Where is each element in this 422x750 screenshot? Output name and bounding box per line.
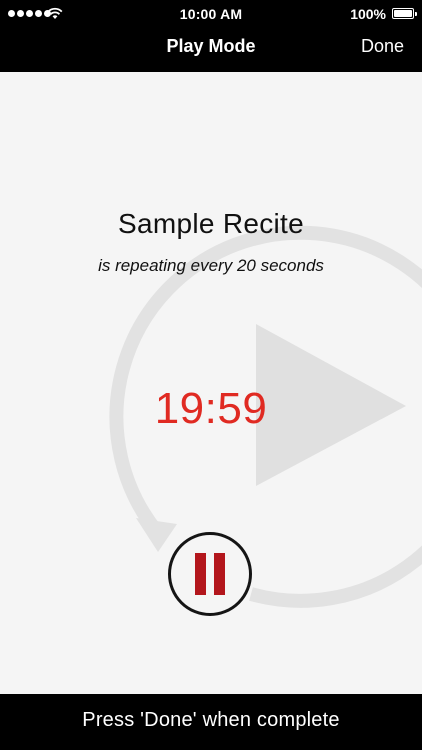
done-button[interactable]: Done — [361, 36, 404, 57]
completion-hint: Press 'Done' when complete — [82, 709, 340, 731]
bottom-bar: Press 'Done' when complete — [0, 694, 422, 750]
status-bar: 10:00 AM 100% — [0, 0, 422, 28]
battery-percent: 100% — [350, 6, 386, 22]
repeat-interval-text: is repeating every 20 seconds — [98, 256, 324, 275]
countdown-timer: 19:59 — [154, 384, 268, 433]
pause-icon-bar — [214, 553, 225, 595]
play-mode-screen: 10:00 AM 100% Play Mode Done Sample Reci… — [0, 0, 422, 750]
pause-icon — [195, 553, 206, 595]
pause-button[interactable] — [168, 532, 252, 616]
nav-title: Play Mode — [166, 36, 256, 56]
recite-title: Sample Recite — [118, 208, 304, 239]
top-bar: 10:00 AM 100% Play Mode Done — [0, 0, 422, 72]
battery-icon — [392, 8, 417, 19]
repeat-arrow-head — [136, 518, 177, 552]
